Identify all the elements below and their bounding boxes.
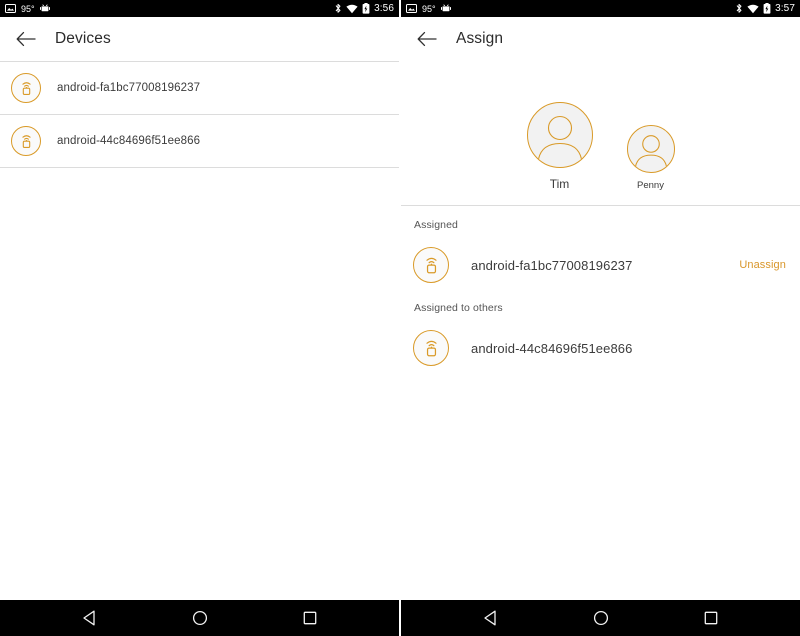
back-arrow-icon[interactable] <box>416 28 438 50</box>
people-selector: Tim Penny <box>401 61 800 205</box>
clock: 3:57 <box>775 3 795 14</box>
section-heading-assigned: Assigned <box>414 219 458 231</box>
device-name: android-44c84696f51ee866 <box>471 340 633 356</box>
cast-device-icon <box>413 330 449 366</box>
battery-charging-icon <box>362 3 370 14</box>
page-title: Devices <box>55 30 111 47</box>
devices-list: android-fa1bc77008196237 android-44c8469… <box>0 61 399 600</box>
person-name: Penny <box>637 180 664 191</box>
nav-recents-square-icon[interactable] <box>698 605 724 631</box>
status-bar-left-icons: 95° <box>406 4 451 14</box>
assigned-to-others-device-row[interactable]: android-44c84696f51ee866 <box>401 324 800 372</box>
unassign-button[interactable]: Unassign <box>739 259 786 271</box>
person-avatar-icon <box>526 102 593 168</box>
section-heading-assigned-to-others: Assigned to others <box>414 302 503 314</box>
phone-screen-devices: 95° 3:56 Devices android-fa1bc7700819623… <box>0 0 399 636</box>
android-icon <box>39 4 50 13</box>
nav-recents-square-icon[interactable] <box>297 605 323 631</box>
person-name: Tim <box>549 177 570 191</box>
temperature-indicator: 95° <box>422 3 436 14</box>
status-bar-right-icons: 3:56 <box>334 3 394 14</box>
android-nav-bar <box>0 600 399 636</box>
assign-content: Tim Penny Assigned android-fa1bc77008196… <box>401 61 800 600</box>
status-bar-left-icons: 95° <box>5 4 50 14</box>
device-name: android-fa1bc77008196237 <box>57 82 201 94</box>
wifi-icon <box>346 4 358 14</box>
device-name: android-44c84696f51ee866 <box>57 135 201 147</box>
wifi-icon <box>747 4 759 14</box>
bluetooth-icon <box>735 3 743 14</box>
back-arrow-icon[interactable] <box>15 28 37 50</box>
dual-screenshot-container: 95° 3:56 Devices android-fa1bc7700819623… <box>0 0 800 636</box>
nav-back-triangle-icon[interactable] <box>77 605 103 631</box>
person-avatar-icon <box>626 125 675 173</box>
bluetooth-icon <box>334 3 342 14</box>
android-nav-bar <box>401 600 800 636</box>
list-item[interactable]: android-fa1bc77008196237 <box>0 62 399 114</box>
temperature-indicator: 95° <box>21 3 35 14</box>
clock: 3:56 <box>374 3 394 14</box>
app-bar: Assign <box>401 17 800 61</box>
nav-home-circle-icon[interactable] <box>187 605 213 631</box>
status-bar-right-icons: 3:57 <box>735 3 795 14</box>
divider <box>0 167 399 168</box>
screenshot-icon <box>406 4 417 13</box>
nav-home-circle-icon[interactable] <box>588 605 614 631</box>
person-tim[interactable]: Tim <box>526 102 593 191</box>
status-bar: 95° 3:57 <box>401 0 800 17</box>
nav-back-triangle-icon[interactable] <box>478 605 504 631</box>
device-name: android-fa1bc77008196237 <box>471 257 633 273</box>
app-bar: Devices <box>0 17 399 61</box>
battery-charging-icon <box>763 3 771 14</box>
screenshot-icon <box>5 4 16 13</box>
cast-device-icon <box>11 126 41 156</box>
cast-device-icon <box>413 247 449 283</box>
assigned-device-row[interactable]: android-fa1bc77008196237 Unassign <box>401 241 800 289</box>
page-title: Assign <box>456 30 504 47</box>
android-icon <box>440 4 451 13</box>
list-item[interactable]: android-44c84696f51ee866 <box>0 115 399 167</box>
status-bar: 95° 3:56 <box>0 0 399 17</box>
cast-device-icon <box>11 73 41 103</box>
person-penny[interactable]: Penny <box>626 125 675 191</box>
phone-screen-assign: 95° 3:57 Assign Tim Penny Assigned andro… <box>401 0 800 636</box>
